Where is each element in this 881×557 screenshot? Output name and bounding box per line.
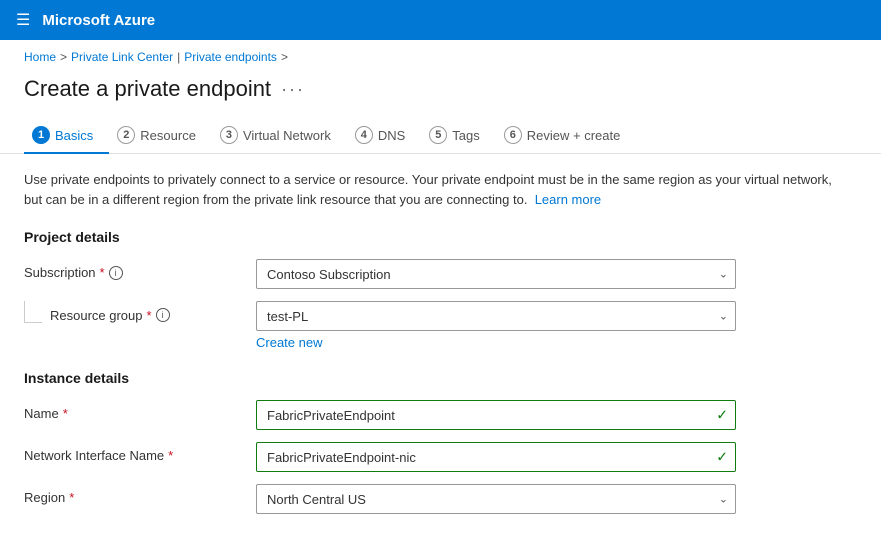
tab-basics-label: Basics	[55, 128, 93, 143]
region-dropdown-wrapper: North Central US ⌄	[256, 484, 736, 514]
name-control: FabricPrivateEndpoint ✓	[256, 400, 836, 430]
region-control: North Central US ⌄	[256, 484, 836, 514]
name-row: Name * FabricPrivateEndpoint ✓	[24, 400, 836, 430]
tab-vnet-label: Virtual Network	[243, 128, 331, 143]
subscription-info-icon[interactable]: i	[109, 266, 123, 280]
tab-tags-label: Tags	[452, 128, 479, 143]
tab-resource-label: Resource	[140, 128, 196, 143]
tab-review-create[interactable]: 6 Review + create	[496, 118, 637, 154]
region-row: Region * North Central US ⌄	[24, 484, 836, 514]
learn-more-link[interactable]: Learn more	[535, 192, 601, 207]
instance-details-heading: Instance details	[24, 370, 836, 386]
tab-dns-number: 4	[355, 126, 373, 144]
tab-vnet-number: 3	[220, 126, 238, 144]
tab-review-number: 6	[504, 126, 522, 144]
project-details-heading: Project details	[24, 229, 836, 245]
resource-group-control: test-PL ⌄ Create new	[256, 301, 836, 350]
subscription-dropdown-wrapper: Contoso Subscription ⌄	[256, 259, 736, 289]
subscription-control: Contoso Subscription ⌄	[256, 259, 836, 289]
breadcrumb: Home > Private Link Center | Private end…	[0, 40, 881, 68]
name-required: *	[63, 406, 68, 421]
tab-basics-number: 1	[32, 126, 50, 144]
subscription-row: Subscription * i Contoso Subscription ⌄	[24, 259, 836, 289]
name-select[interactable]: FabricPrivateEndpoint	[256, 400, 736, 430]
project-details-section: Project details Subscription * i Contoso…	[24, 229, 836, 350]
subscription-label: Subscription	[24, 265, 96, 280]
main-content: Use private endpoints to privately conne…	[0, 154, 860, 550]
instance-details-section: Instance details Name * FabricPrivateEnd…	[24, 370, 836, 514]
breadcrumb-sep-1: >	[60, 50, 67, 64]
resource-group-select[interactable]: test-PL	[256, 301, 736, 331]
page-title: Create a private endpoint	[24, 76, 271, 102]
wizard-tabs: 1 Basics 2 Resource 3 Virtual Network 4 …	[0, 118, 881, 154]
page-title-area: Create a private endpoint ···	[0, 68, 881, 118]
resource-group-label: Resource group	[50, 308, 143, 323]
nic-label-col: Network Interface Name *	[24, 442, 244, 463]
resource-group-label-col: Resource group * i	[24, 301, 244, 323]
brand-name: Microsoft Azure	[42, 12, 155, 29]
tab-basics[interactable]: 1 Basics	[24, 118, 109, 154]
name-label-col: Name *	[24, 400, 244, 421]
subscription-label-col: Subscription * i	[24, 259, 244, 280]
page-title-more-icon[interactable]: ···	[281, 79, 305, 100]
tab-resource-number: 2	[117, 126, 135, 144]
resource-group-required: *	[147, 308, 152, 323]
region-label: Region	[24, 490, 65, 505]
nic-control: FabricPrivateEndpoint-nic ✓	[256, 442, 836, 472]
region-select[interactable]: North Central US	[256, 484, 736, 514]
nic-name-row: Network Interface Name * FabricPrivateEn…	[24, 442, 836, 472]
nic-input-wrapper: FabricPrivateEndpoint-nic ✓	[256, 442, 736, 472]
hamburger-menu-icon[interactable]: ☰	[16, 10, 30, 30]
create-new-resource-group-link[interactable]: Create new	[256, 335, 836, 350]
top-navigation: ☰ Microsoft Azure	[0, 0, 881, 40]
breadcrumb-sep-2: |	[177, 50, 180, 64]
nic-label: Network Interface Name	[24, 448, 164, 463]
breadcrumb-private-link[interactable]: Private Link Center	[71, 50, 173, 64]
resource-group-dropdown-wrapper: test-PL ⌄	[256, 301, 736, 331]
tab-dns[interactable]: 4 DNS	[347, 118, 421, 154]
tab-virtual-network[interactable]: 3 Virtual Network	[212, 118, 347, 154]
name-label: Name	[24, 406, 59, 421]
resource-group-row: Resource group * i test-PL ⌄ Create new	[24, 301, 836, 350]
subscription-select[interactable]: Contoso Subscription	[256, 259, 736, 289]
breadcrumb-sep-3: >	[281, 50, 288, 64]
nic-required: *	[168, 448, 173, 463]
tab-review-label: Review + create	[527, 128, 621, 143]
breadcrumb-private-endpoints[interactable]: Private endpoints	[184, 50, 277, 64]
name-input-wrapper: FabricPrivateEndpoint ✓	[256, 400, 736, 430]
resource-group-info-icon[interactable]: i	[156, 308, 170, 322]
tab-tags-number: 5	[429, 126, 447, 144]
subscription-required: *	[100, 265, 105, 280]
info-text: Use private endpoints to privately conne…	[24, 170, 836, 209]
nic-select[interactable]: FabricPrivateEndpoint-nic	[256, 442, 736, 472]
region-label-col: Region *	[24, 484, 244, 505]
tab-dns-label: DNS	[378, 128, 405, 143]
tab-tags[interactable]: 5 Tags	[421, 118, 495, 154]
region-required: *	[69, 490, 74, 505]
tab-resource[interactable]: 2 Resource	[109, 118, 212, 154]
breadcrumb-home[interactable]: Home	[24, 50, 56, 64]
